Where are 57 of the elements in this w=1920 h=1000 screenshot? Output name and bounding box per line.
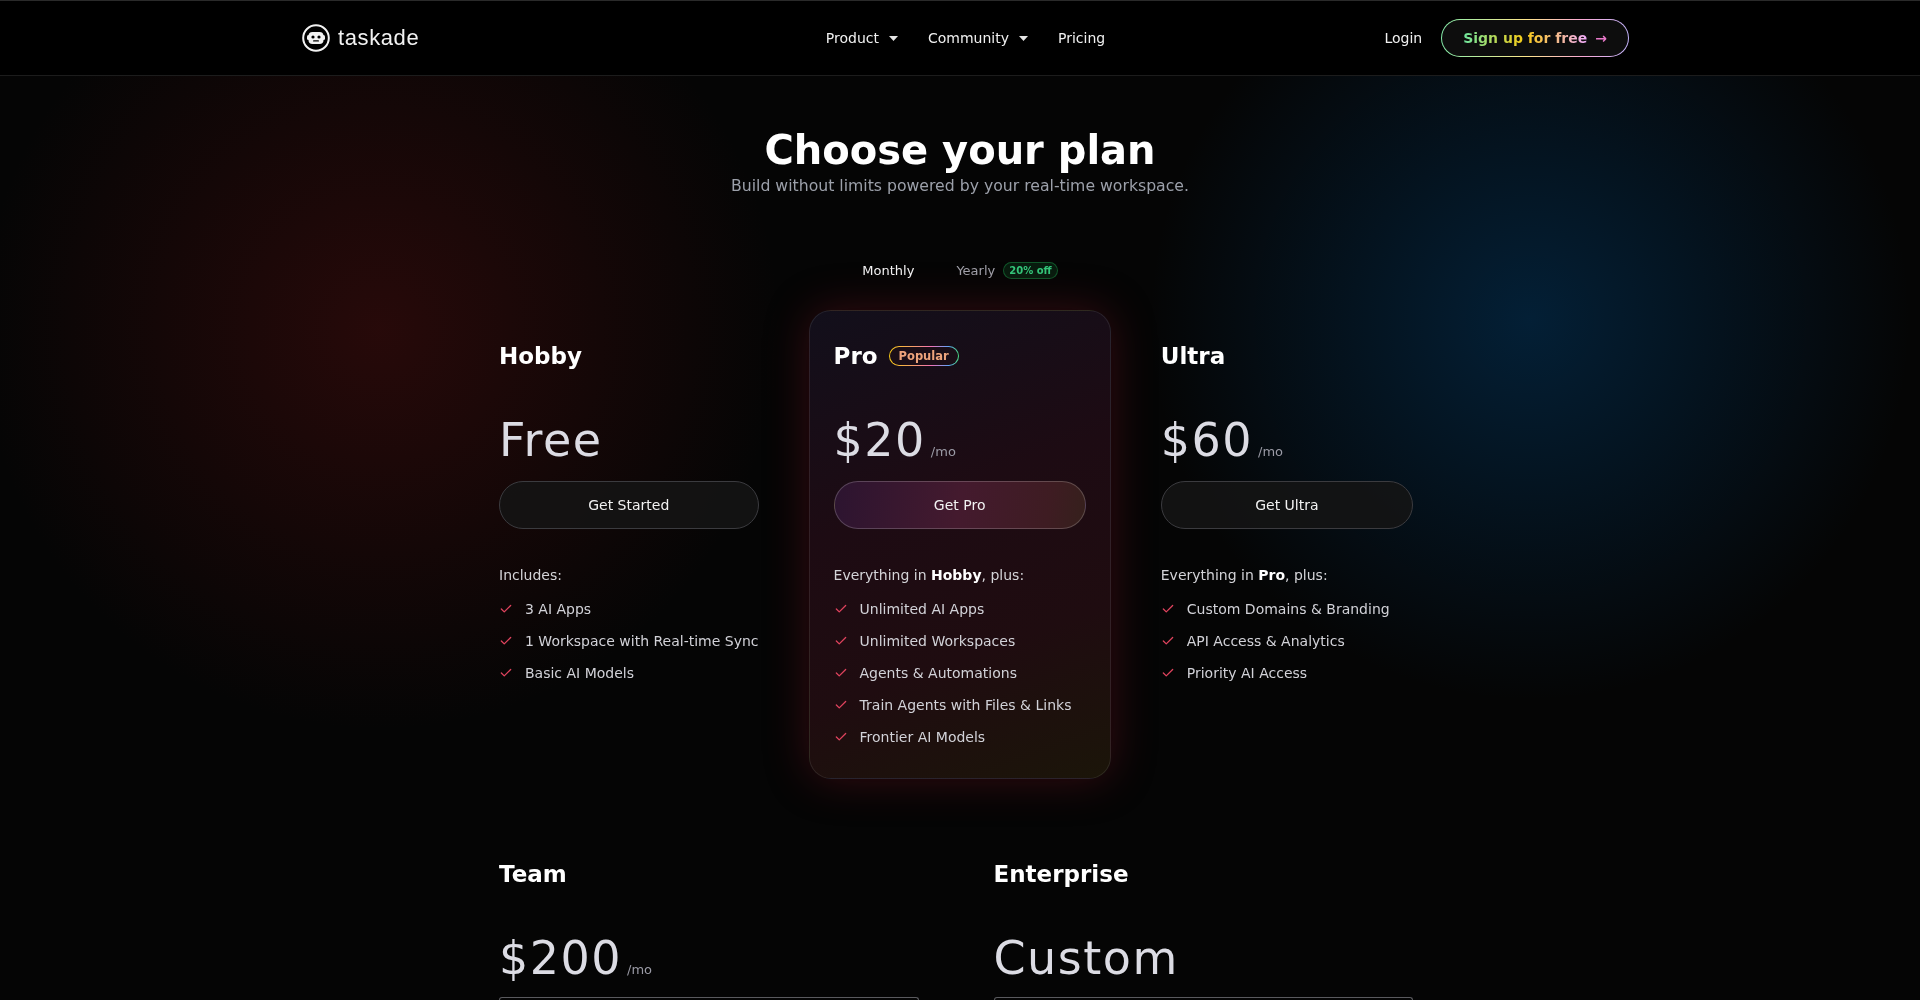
price-period: /mo	[1258, 444, 1284, 459]
plan-price: $60	[1160, 412, 1254, 468]
check-icon	[1160, 666, 1175, 680]
feature-text: 3 AI Apps	[525, 601, 592, 617]
plan-price: Custom	[993, 930, 1179, 986]
plan-price: Free	[499, 412, 603, 468]
plan-name: Ultra	[1160, 342, 1226, 371]
check-icon	[499, 634, 513, 648]
includes-text: Includes:	[499, 566, 563, 585]
includes-text: Everything in Pro, plus:	[1160, 566, 1329, 585]
nav-link[interactable]: Pricing	[1058, 30, 1106, 46]
feature-text: Train Agents with Files & Links	[859, 697, 1072, 713]
check-icon	[1160, 602, 1175, 616]
nav-link[interactable]: Community	[927, 30, 1028, 46]
popular-badge: Popular	[888, 346, 959, 366]
login-link[interactable]: Login	[1384, 30, 1423, 46]
caret-icon	[1019, 35, 1028, 41]
billing-tab[interactable]: Monthly	[841, 257, 936, 283]
plan-name: Enterprise	[993, 860, 1130, 889]
plan-name: Team	[499, 860, 568, 889]
feature-text: Agents & Automations	[859, 665, 1017, 681]
plan-price: $200	[499, 930, 623, 986]
check-icon	[833, 698, 848, 712]
cta-button[interactable]: Get Pro	[833, 481, 1086, 529]
feature-text: Priority AI Access	[1186, 665, 1308, 681]
check-icon	[833, 602, 848, 616]
caret-icon	[888, 35, 898, 41]
check-icon	[833, 666, 848, 680]
billing-tab[interactable]: Yearly 20% off	[935, 257, 1079, 283]
check-icon	[499, 666, 513, 680]
logo-text[interactable]: taskade	[338, 25, 420, 51]
logo-icon	[302, 24, 330, 52]
check-icon	[833, 634, 848, 648]
price-period: /mo	[930, 444, 956, 459]
plan-price: $20	[833, 412, 926, 468]
feature-text: Unlimited Workspaces	[859, 633, 1016, 649]
feature-text: Custom Domains & Branding	[1186, 601, 1390, 617]
signup-button[interactable]: Sign up for free →	[1441, 19, 1629, 57]
plan-name: Hobby	[499, 342, 582, 371]
cta-button[interactable]: Get Ultra	[1160, 481, 1413, 529]
feature-text: Unlimited AI Apps	[859, 601, 985, 617]
discount-badge: 20% off	[1003, 261, 1058, 279]
page-title: Choose your plan	[763, 126, 1157, 174]
price-period: /mo	[627, 962, 653, 977]
check-icon	[1160, 634, 1175, 648]
check-icon	[833, 730, 848, 744]
nav-link[interactable]: Product	[825, 30, 898, 46]
feature-text: API Access & Analytics	[1186, 633, 1345, 649]
cta-button[interactable]: Get Started	[499, 481, 759, 529]
feature-text: Basic AI Models	[525, 665, 634, 681]
page-subtitle: Build without limits powered by your real-time workspace.	[730, 175, 1190, 197]
feature-text: 1 Workspace with Real-time Sync	[525, 633, 759, 649]
check-icon	[499, 602, 513, 616]
plan-name: Pro	[833, 342, 878, 371]
includes-text: Everything in Hobby, plus:	[833, 566, 1026, 585]
feature-text: Frontier AI Models	[859, 729, 986, 745]
cta-button[interactable]	[499, 997, 919, 1000]
